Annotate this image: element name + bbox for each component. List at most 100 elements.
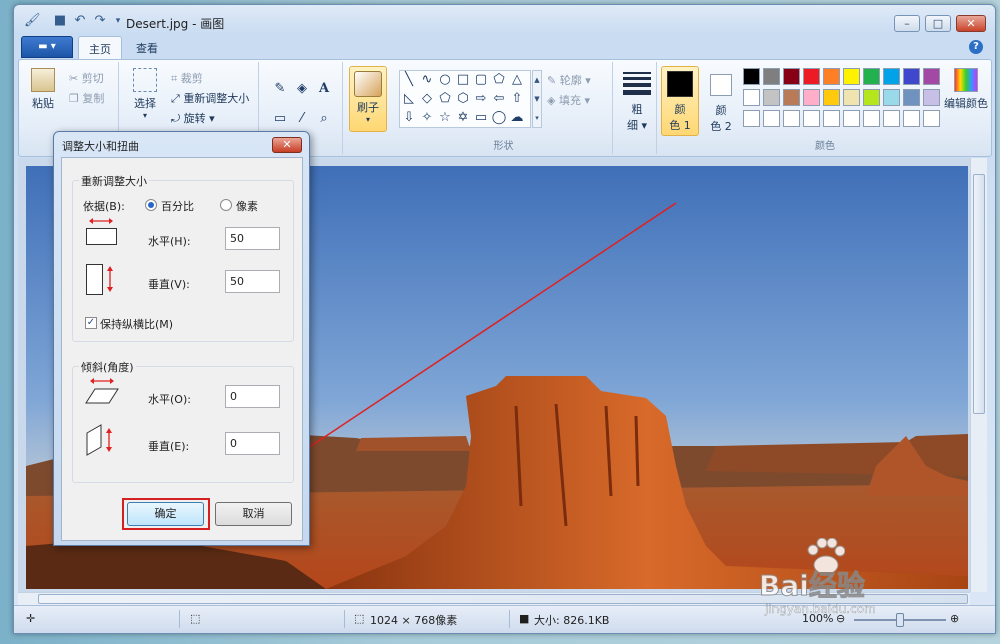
size-button[interactable]: 粗 细 ▾ — [621, 70, 653, 133]
resize-button[interactable]: ⤢ 重新调整大小 — [171, 90, 249, 106]
close-button[interactable]: ✕ — [956, 15, 986, 32]
rounded-rectangle-shape-icon[interactable]: ▢ — [472, 71, 490, 89]
save-icon[interactable]: ■ — [52, 13, 68, 29]
oval-shape-icon[interactable]: ○ — [436, 71, 454, 89]
five-point-star-shape-icon[interactable]: ☆ — [436, 109, 454, 127]
up-arrow-shape-icon[interactable]: ⇧ — [508, 90, 526, 108]
ok-button[interactable]: 确定 — [127, 502, 204, 526]
palette-color-swatch[interactable] — [863, 68, 880, 85]
right-arrow-shape-icon[interactable]: ⇨ — [472, 90, 490, 108]
fill-button[interactable]: ◈ 填充 ▾ — [547, 92, 590, 108]
down-arrow-shape-icon[interactable]: ⇩ — [400, 109, 418, 127]
resize-label: 重新调整大小 — [183, 92, 250, 105]
right-triangle-shape-icon[interactable]: ◺ — [400, 90, 418, 108]
palette-color-swatch[interactable] — [883, 68, 900, 85]
palette-custom-swatch[interactable] — [843, 110, 860, 127]
diamond-shape-icon[interactable]: ◇ — [418, 90, 436, 108]
brushes-button[interactable]: 刷子 ▾ — [349, 66, 387, 132]
palette-color-swatch[interactable] — [823, 89, 840, 106]
tab-view[interactable]: 查看 — [126, 36, 168, 60]
paste-label: 粘贴 — [32, 97, 54, 110]
copy-button[interactable]: ❐ 复制 — [69, 90, 104, 106]
palette-color-swatch[interactable] — [823, 68, 840, 85]
palette-color-swatch[interactable] — [843, 89, 860, 106]
tab-home[interactable]: 主页 — [78, 36, 122, 60]
palette-custom-swatch[interactable] — [903, 110, 920, 127]
palette-color-swatch[interactable] — [843, 68, 860, 85]
hexagon-shape-icon[interactable]: ⬡ — [454, 90, 472, 108]
palette-color-swatch[interactable] — [903, 89, 920, 106]
select-button[interactable]: 选择 ▾ — [127, 68, 163, 120]
rotate-button[interactable]: ⤾ 旋转 ▾ — [171, 110, 215, 126]
eraser-icon[interactable]: ▭ — [271, 110, 289, 128]
palette-color-swatch[interactable] — [743, 89, 760, 106]
triangle-shape-icon[interactable]: △ — [508, 71, 526, 89]
palette-color-swatch[interactable] — [803, 68, 820, 85]
palette-custom-swatch[interactable] — [783, 110, 800, 127]
color-picker-icon[interactable]: ⁄ — [293, 110, 311, 128]
polygon-shape-icon[interactable]: ⬠ — [490, 71, 508, 89]
palette-custom-swatch[interactable] — [803, 110, 820, 127]
palette-custom-swatch[interactable] — [823, 110, 840, 127]
title-bar: 🖌 ■ ↶ ↷ ▾ Desert.jpg - 画图 – □ ✕ — [14, 5, 995, 35]
horizontal-resize-input[interactable]: 50 — [225, 227, 280, 250]
paste-button[interactable]: 粘贴 — [25, 68, 61, 111]
outline-button[interactable]: ✎ 轮廓 ▾ — [547, 72, 591, 88]
vertical-skew-input[interactable]: 0 — [225, 432, 280, 455]
text-tool-icon[interactable]: A — [315, 80, 333, 98]
palette-color-swatch[interactable] — [783, 68, 800, 85]
paint-menu-button[interactable]: ▬ ▾ — [21, 36, 73, 58]
pixels-radio[interactable] — [220, 199, 232, 211]
cloud-callout-shape-icon[interactable]: ☁ — [508, 109, 526, 127]
vertical-scroll-thumb[interactable] — [973, 174, 985, 414]
palette-color-swatch[interactable] — [763, 68, 780, 85]
left-arrow-shape-icon[interactable]: ⇦ — [490, 90, 508, 108]
fill-bucket-icon[interactable]: ◈ — [293, 80, 311, 98]
four-point-star-shape-icon[interactable]: ✧ — [418, 109, 436, 127]
pentagon-shape-icon[interactable]: ⬠ — [436, 90, 454, 108]
color1-button[interactable]: 颜 色 1 — [661, 66, 699, 136]
crop-button[interactable]: ⌗ 裁剪 — [171, 70, 203, 86]
horizontal-skew-input[interactable]: 0 — [225, 385, 280, 408]
palette-color-swatch[interactable] — [803, 89, 820, 106]
palette-custom-swatch[interactable] — [743, 110, 760, 127]
palette-color-swatch[interactable] — [903, 68, 920, 85]
keep-ratio-checkbox[interactable]: ✓ — [85, 317, 97, 329]
palette-custom-swatch[interactable] — [863, 110, 880, 127]
palette-color-swatch[interactable] — [743, 68, 760, 85]
curve-shape-icon[interactable]: ∿ — [418, 71, 436, 89]
palette-color-swatch[interactable] — [923, 89, 940, 106]
cut-button[interactable]: ✂ 剪切 — [69, 70, 104, 86]
color2-label-line2: 色 2 — [710, 120, 732, 133]
dialog-close-button[interactable]: ✕ — [272, 137, 302, 153]
palette-color-swatch[interactable] — [763, 89, 780, 106]
magnifier-icon[interactable]: ⌕ — [315, 110, 333, 128]
size-group: 粗 细 ▾ — [617, 62, 657, 154]
help-icon[interactable]: ? — [969, 40, 983, 54]
maximize-button[interactable]: □ — [925, 15, 951, 32]
palette-color-swatch[interactable] — [783, 89, 800, 106]
shapes-gallery-scroll[interactable]: ▲ ▼ ▾ — [532, 70, 542, 128]
six-point-star-shape-icon[interactable]: ✡ — [454, 109, 472, 127]
palette-custom-swatch[interactable] — [923, 110, 940, 127]
palette-color-swatch[interactable] — [923, 68, 940, 85]
palette-custom-swatch[interactable] — [883, 110, 900, 127]
color2-button[interactable]: 颜 色 2 — [703, 66, 739, 136]
redo-icon[interactable]: ↷ — [92, 13, 108, 29]
percent-radio[interactable] — [145, 199, 157, 211]
minimize-button[interactable]: – — [894, 15, 920, 32]
palette-color-swatch[interactable] — [863, 89, 880, 106]
cancel-button[interactable]: 取消 — [215, 502, 292, 526]
quick-access-dropdown-icon[interactable]: ▾ — [110, 13, 126, 29]
palette-custom-swatch[interactable] — [763, 110, 780, 127]
rectangle-shape-icon[interactable]: □ — [454, 71, 472, 89]
palette-color-swatch[interactable] — [883, 89, 900, 106]
oval-callout-shape-icon[interactable]: ◯ — [490, 109, 508, 127]
vertical-scrollbar[interactable] — [970, 158, 987, 592]
edit-colors-button[interactable]: 编辑颜色 — [943, 68, 989, 111]
line-shape-icon[interactable]: ╲ — [400, 71, 418, 89]
undo-icon[interactable]: ↶ — [72, 13, 88, 29]
pencil-icon[interactable]: ✎ — [271, 80, 289, 98]
vertical-resize-input[interactable]: 50 — [225, 270, 280, 293]
rounded-callout-shape-icon[interactable]: ▭ — [472, 109, 490, 127]
